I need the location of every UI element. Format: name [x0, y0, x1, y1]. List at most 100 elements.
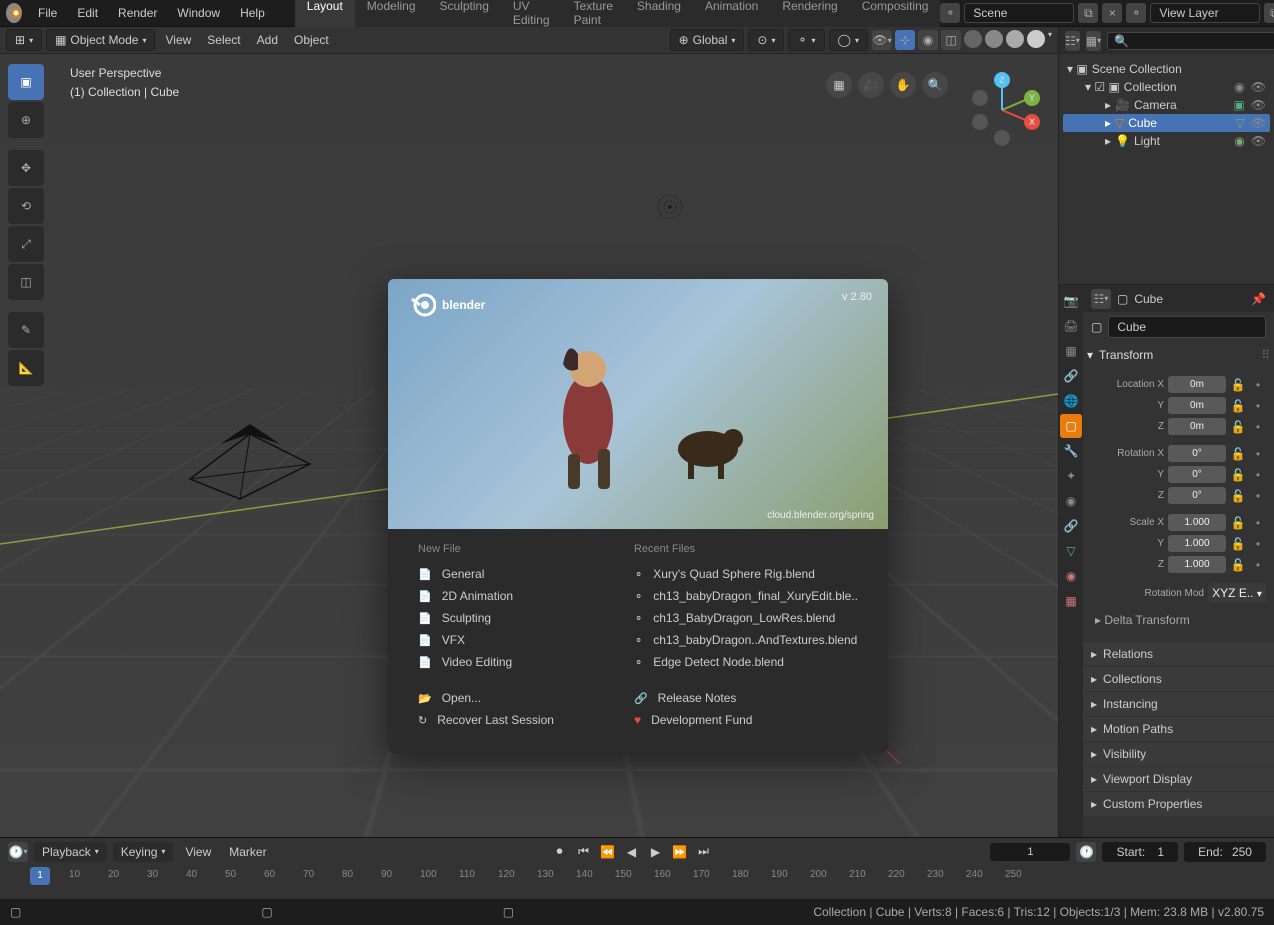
recover-session[interactable]: ↻ Recover Last Session	[418, 709, 634, 731]
loc-x[interactable]: 0m	[1168, 376, 1226, 393]
outliner-display-dropdown[interactable]: ▦▾	[1086, 31, 1101, 51]
new-video[interactable]: 📄 Video Editing	[418, 651, 634, 673]
vh-menu-object[interactable]: Object	[288, 30, 335, 50]
toggle-camera-icon[interactable]: 🎥	[858, 72, 884, 98]
tool-scale[interactable]: ⤢	[8, 226, 44, 262]
playhead[interactable]: 1	[30, 867, 50, 885]
lock-icon[interactable]: 🔓	[1230, 468, 1246, 482]
ptab-physics[interactable]: ◉	[1060, 489, 1082, 513]
vh-menu-add[interactable]: Add	[251, 30, 284, 50]
delete-scene-icon[interactable]: ×	[1102, 3, 1122, 23]
xray-toggle-icon[interactable]: ◫	[941, 30, 961, 50]
lock-icon[interactable]: 🔓	[1230, 378, 1246, 392]
tl-menu-marker[interactable]: Marker	[223, 842, 272, 862]
restrict-icon[interactable]: ◉	[1234, 80, 1244, 94]
ptab-render[interactable]: 📷	[1060, 289, 1082, 313]
axis-neg-x[interactable]	[972, 90, 988, 106]
axis-y[interactable]: Y	[1024, 90, 1040, 106]
lock-icon[interactable]: 🔓	[1230, 489, 1246, 503]
axis-neg-z[interactable]	[994, 130, 1010, 146]
eye-icon[interactable]: 👁	[1251, 134, 1266, 148]
pivot-dropdown[interactable]: ⊙▾	[748, 29, 784, 51]
lock-icon[interactable]: 🔓	[1230, 399, 1246, 413]
ptab-texture[interactable]: ▦	[1060, 589, 1082, 613]
gizmo-toggle-icon[interactable]: ⊹	[895, 30, 915, 50]
camera-view-icon[interactable]: ▦	[826, 72, 852, 98]
panel-custom-props[interactable]: ▸ Custom Properties	[1083, 792, 1274, 816]
tree-cube[interactable]: ▸ ▽ Cube▽👁	[1063, 114, 1270, 132]
play-icon[interactable]: ▶	[646, 842, 666, 862]
open-file[interactable]: 📂 Open...	[418, 687, 634, 709]
eye-icon[interactable]: 👁	[1251, 116, 1266, 130]
ptab-output[interactable]: 🖨	[1060, 314, 1082, 338]
menu-render[interactable]: Render	[108, 2, 167, 24]
eye-icon[interactable]: 👁	[1251, 98, 1266, 112]
autokey-icon[interactable]: ⏺	[550, 842, 570, 862]
eye-icon[interactable]: 👁	[1251, 80, 1266, 94]
snap-dropdown[interactable]: ⚬▾	[788, 29, 824, 51]
playback-dropdown[interactable]: Playback ▾	[34, 842, 107, 862]
outliner-search-input[interactable]	[1107, 32, 1274, 50]
panel-transform[interactable]: ▾ Transform⠿	[1083, 342, 1274, 368]
3d-viewport[interactable]: User Perspective (1) Collection | Cube ▣…	[0, 54, 1058, 837]
ptab-particle[interactable]: ✦	[1060, 464, 1082, 488]
axis-neg-y[interactable]	[972, 114, 988, 130]
tool-rotate[interactable]: ⟲	[8, 188, 44, 224]
ptab-scene[interactable]: 🔗	[1060, 364, 1082, 388]
shading-rendered-icon[interactable]	[1027, 30, 1045, 48]
timeline-type-dropdown[interactable]: 🕐▾	[8, 842, 28, 862]
light-object[interactable]	[655, 192, 685, 222]
panel-viewport-display[interactable]: ▸ Viewport Display	[1083, 767, 1274, 791]
scene-name-input[interactable]	[964, 3, 1074, 23]
panel-visibility[interactable]: ▸ Visibility	[1083, 742, 1274, 766]
loc-z[interactable]: 0m	[1168, 418, 1226, 435]
vh-menu-select[interactable]: Select	[201, 30, 246, 50]
jump-end-icon[interactable]: ⏭	[694, 842, 714, 862]
recent-3[interactable]: ⚬ ch13_babyDragon..AndTextures.blend	[634, 629, 858, 651]
object-name-input[interactable]: Cube	[1108, 316, 1266, 338]
editor-type-dropdown[interactable]: ⊞▾	[6, 29, 42, 51]
panel-instancing[interactable]: ▸ Instancing	[1083, 692, 1274, 716]
visibility-icon[interactable]: 👁▾	[872, 30, 892, 50]
panel-collections[interactable]: ▸ Collections	[1083, 667, 1274, 691]
recent-4[interactable]: ⚬ Edge Detect Node.blend	[634, 651, 858, 673]
menu-edit[interactable]: Edit	[67, 2, 108, 24]
vh-menu-view[interactable]: View	[159, 30, 197, 50]
tool-measure[interactable]: 📐	[8, 350, 44, 386]
play-reverse-icon[interactable]: ◀	[622, 842, 642, 862]
proportional-dropdown[interactable]: ◯▾	[829, 29, 868, 51]
lock-icon[interactable]: 🔓	[1230, 558, 1246, 572]
scl-y[interactable]: 1.000	[1168, 535, 1226, 552]
viewlayer-name-input[interactable]	[1150, 3, 1260, 23]
loc-y[interactable]: 0m	[1168, 397, 1226, 414]
camera-object[interactable]	[180, 414, 320, 504]
ptab-mesh[interactable]: ▽	[1060, 539, 1082, 563]
tree-camera[interactable]: ▸ 🎥 Camera▣👁	[1063, 96, 1270, 114]
pin-icon[interactable]: 📌	[1251, 292, 1266, 306]
ptab-object[interactable]: ▢	[1060, 414, 1082, 438]
mode-dropdown[interactable]: ▦ Object Mode ▾	[46, 29, 155, 51]
recent-0[interactable]: ⚬ Xury's Quad Sphere Rig.blend	[634, 563, 858, 585]
tree-scene-collection[interactable]: ▾ ▣ Scene Collection	[1063, 60, 1270, 78]
lock-icon[interactable]: 🔓	[1230, 516, 1246, 530]
dev-fund[interactable]: ♥ Development Fund	[634, 709, 858, 731]
current-frame[interactable]: 1	[990, 843, 1070, 861]
tool-cursor[interactable]: ⊕	[8, 102, 44, 138]
new-2d[interactable]: 📄 2D Animation	[418, 585, 634, 607]
new-scene-icon[interactable]: ⧉	[1078, 3, 1098, 23]
orientation-dropdown[interactable]: ⊕ Global ▾	[670, 29, 745, 51]
new-vfx[interactable]: 📄 VFX	[418, 629, 634, 651]
ptab-material[interactable]: ◉	[1060, 564, 1082, 588]
navigation-gizmo[interactable]: X Y Z	[962, 70, 1042, 150]
keyframe-next-icon[interactable]: ⏩	[670, 842, 690, 862]
jump-start-icon[interactable]: ⏮	[574, 842, 594, 862]
shading-wireframe-icon[interactable]	[964, 30, 982, 48]
scl-z[interactable]: 1.000	[1168, 556, 1226, 573]
panel-relations[interactable]: ▸ Relations	[1083, 642, 1274, 666]
rotmode-dropdown[interactable]: XYZ E.. ▾	[1208, 583, 1266, 603]
tool-transform[interactable]: ◫	[8, 264, 44, 300]
tree-light[interactable]: ▸ 💡 Light◉👁	[1063, 132, 1270, 150]
tool-move[interactable]: ✥	[8, 150, 44, 186]
tool-select-box[interactable]: ▣	[8, 64, 44, 100]
delta-transform[interactable]: ▸ Delta Transform	[1091, 605, 1266, 635]
